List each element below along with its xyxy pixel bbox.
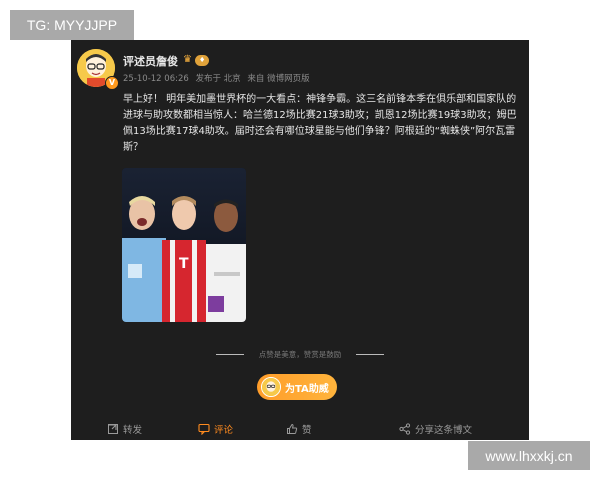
post-date[interactable]: 25-10-12 06:26 [123, 74, 189, 84]
post-location: 发布于 北京 [195, 74, 241, 84]
divider-line-left [216, 353, 244, 355]
divider-line-right [356, 353, 384, 355]
thumbs-up-icon [287, 423, 298, 434]
divider-text: 点赞是美意，赞赏是鼓励 [258, 349, 342, 359]
like-button[interactable]: 赞 [286, 422, 312, 436]
divider: 点赞是美意，赞赏是鼓励 [216, 348, 384, 360]
author-name[interactable]: 评述员詹俊 [123, 53, 178, 69]
share-icon [399, 423, 411, 435]
share-button[interactable]: 分享这条博文 [399, 422, 472, 436]
comment-label: 评论 [214, 425, 234, 436]
level-badge-icon: ♦ [194, 54, 210, 66]
author-badges: ♛ ♦ [183, 54, 210, 66]
watermark-bottom-right: www.lhxxkj.cn [468, 441, 590, 470]
post-text: 早上好！ 明年美加墨世界杯的一大看点：神锋争霸。这三名前锋本季在俱乐部和国家队的… [123, 94, 517, 153]
comment-button[interactable]: 评论 [198, 422, 233, 436]
repost-label: 转发 [123, 425, 143, 436]
weibo-post-card: V 评述员詹俊 ♛ ♦ 25-10-12 06:26 发布于 北京 来自 微博网… [71, 40, 529, 440]
crown-icon: ♛ [183, 54, 192, 65]
watermark-top-left: TG: MYYJJPP [10, 10, 134, 40]
repost-icon [108, 424, 118, 434]
comment-icon [198, 423, 210, 435]
post-image[interactable]: T [122, 168, 246, 322]
support-avatar [261, 377, 281, 397]
like-label: 赞 [302, 425, 312, 436]
verified-badge-icon: V [105, 76, 119, 90]
svg-text:T: T [179, 256, 189, 272]
support-button[interactable]: 为TA助威 [257, 374, 337, 400]
share-label: 分享这条博文 [415, 425, 473, 436]
post-source: 来自 微博网页版 [247, 74, 310, 84]
post-meta: 25-10-12 06:26 发布于 北京 来自 微博网页版 [123, 72, 314, 84]
repost-button[interactable]: 转发 [107, 422, 142, 436]
support-label: 为TA助威 [285, 383, 329, 395]
action-bar: 转发 评论 赞 分享这条博文 [71, 420, 529, 440]
